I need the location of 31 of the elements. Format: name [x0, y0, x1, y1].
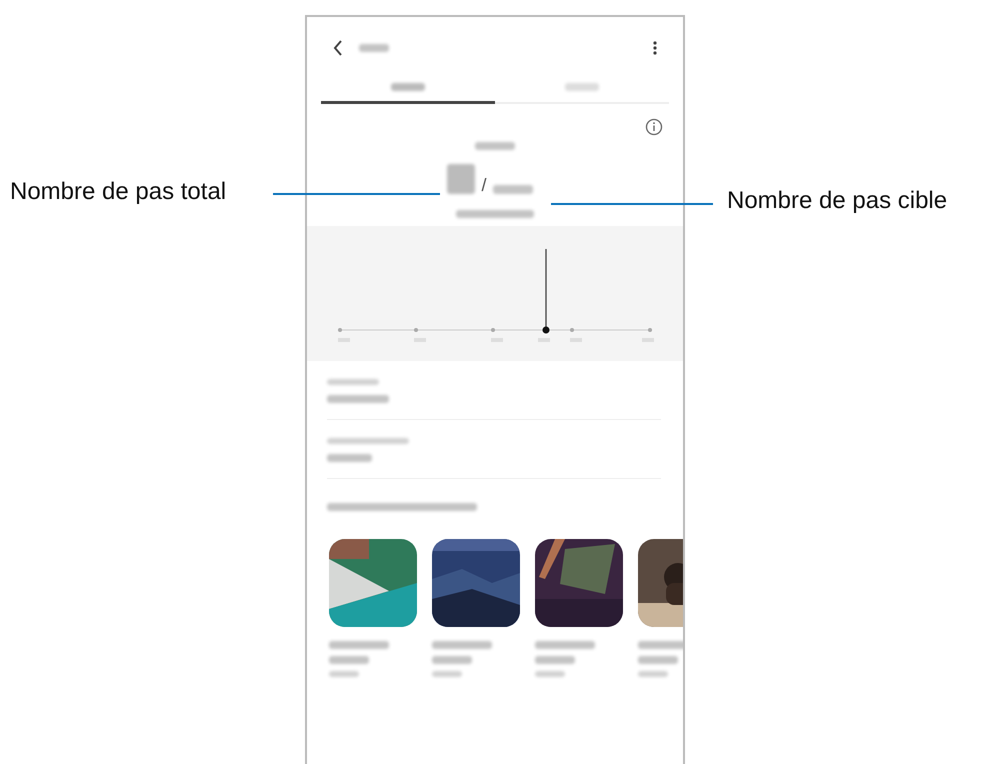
current-point — [542, 326, 550, 334]
blurred-text — [432, 641, 492, 649]
blurred-text — [492, 185, 532, 194]
info-icon[interactable] — [645, 118, 663, 136]
axis-point — [338, 328, 342, 332]
axis-point — [648, 328, 652, 332]
blurred-text — [432, 671, 462, 677]
blurred-text — [327, 379, 379, 385]
blurred-text — [327, 395, 389, 403]
blurred-text — [535, 656, 575, 664]
blurred-text — [359, 44, 389, 52]
steps-separator: / — [481, 176, 486, 194]
axis-point — [414, 328, 418, 332]
blurred-text — [327, 454, 372, 462]
blurred-text — [432, 656, 472, 664]
axis-point — [491, 328, 495, 332]
blurred-text — [329, 671, 359, 677]
back-icon[interactable] — [333, 40, 343, 56]
tab[interactable] — [321, 83, 495, 104]
callout-label: Nombre de pas total — [10, 178, 228, 206]
blurred-text — [447, 164, 476, 194]
blurred-text — [329, 656, 369, 664]
axis-point — [570, 328, 574, 332]
blurred-text — [638, 671, 668, 677]
blurred-text — [535, 641, 595, 649]
blurred-text — [638, 656, 678, 664]
more-options-icon[interactable] — [653, 41, 657, 55]
blurred-text — [475, 142, 515, 150]
blurred-text — [535, 671, 565, 677]
callout-label: Nombre de pas cible — [727, 187, 948, 215]
blurred-text — [329, 641, 389, 649]
